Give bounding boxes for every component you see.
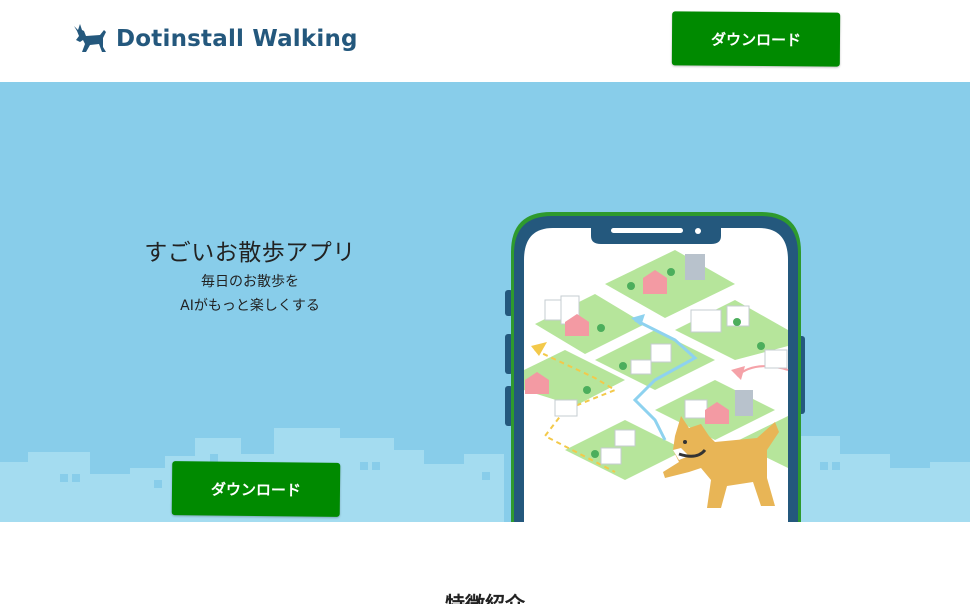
hero-subtitle-line2: AIがもっと楽しくする (180, 298, 320, 314)
hero-title: すごいお散歩アプリ (144, 240, 356, 266)
hero-download-button[interactable]: ダウンロード (171, 461, 341, 517)
dog-logo-icon (74, 24, 106, 52)
phone-map-illustration (505, 212, 805, 522)
header-download-button[interactable]: ダウンロード (671, 11, 841, 67)
hero-subtitle-line1: 毎日のお散歩を (201, 274, 299, 290)
brand-name: Dotinstall Walking (116, 26, 358, 52)
hero-copy: すごいお散歩アプリ 毎日のお散歩を AIがもっと楽しくする (120, 236, 380, 318)
features-heading: 特徴紹介 (445, 592, 525, 604)
hero-section: すごいお散歩アプリ 毎日のお散歩を AIがもっと楽しくする ダウンロード (0, 82, 970, 522)
site-header: Dotinstall Walking ダウンロード (0, 0, 970, 82)
brand-logo[interactable]: Dotinstall Walking (70, 20, 358, 54)
